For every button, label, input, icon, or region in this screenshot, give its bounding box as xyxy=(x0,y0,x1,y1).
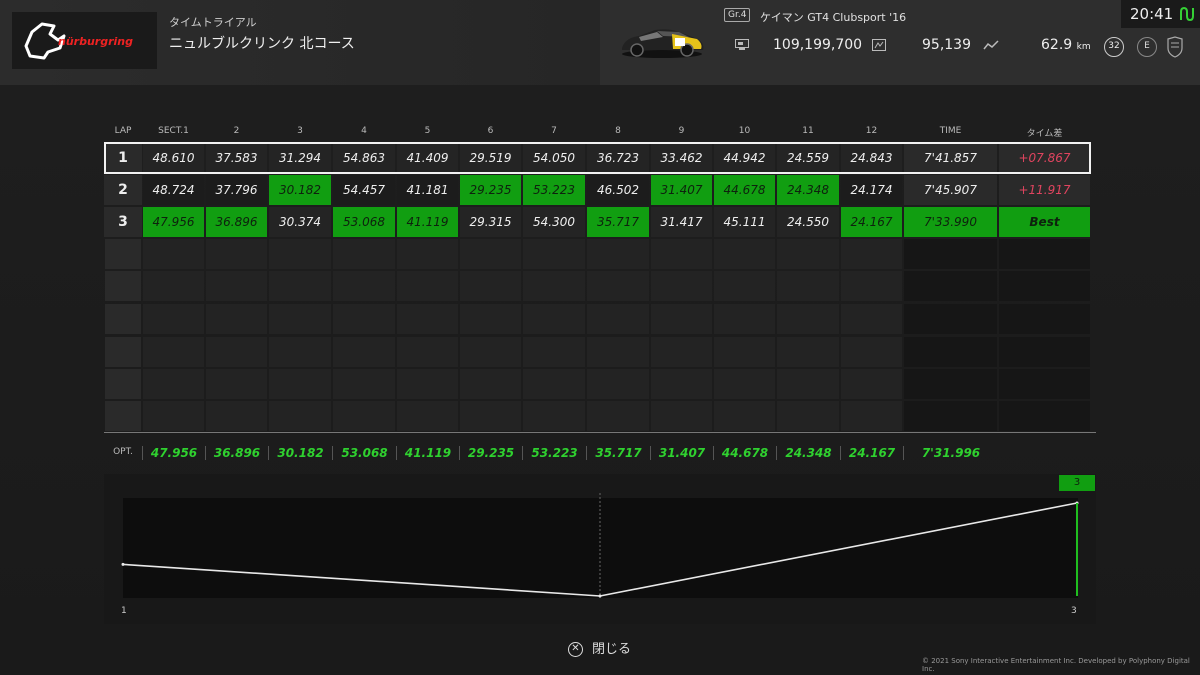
graph-x-end: 3 xyxy=(1071,606,1077,616)
cross-button-icon: ✕ xyxy=(568,642,583,657)
lap-time-point xyxy=(121,562,125,566)
graph-selected-lap-marker: 3 xyxy=(1059,475,1095,491)
lap-time-chart xyxy=(121,493,1079,598)
close-button[interactable]: ✕ 閉じる xyxy=(568,638,631,657)
close-button-label: 閉じる xyxy=(592,642,632,657)
copyright: © 2021 Sony Interactive Entertainment In… xyxy=(922,657,1190,673)
graph-x-start: 1 xyxy=(121,606,127,616)
lap-time-point xyxy=(598,594,602,598)
